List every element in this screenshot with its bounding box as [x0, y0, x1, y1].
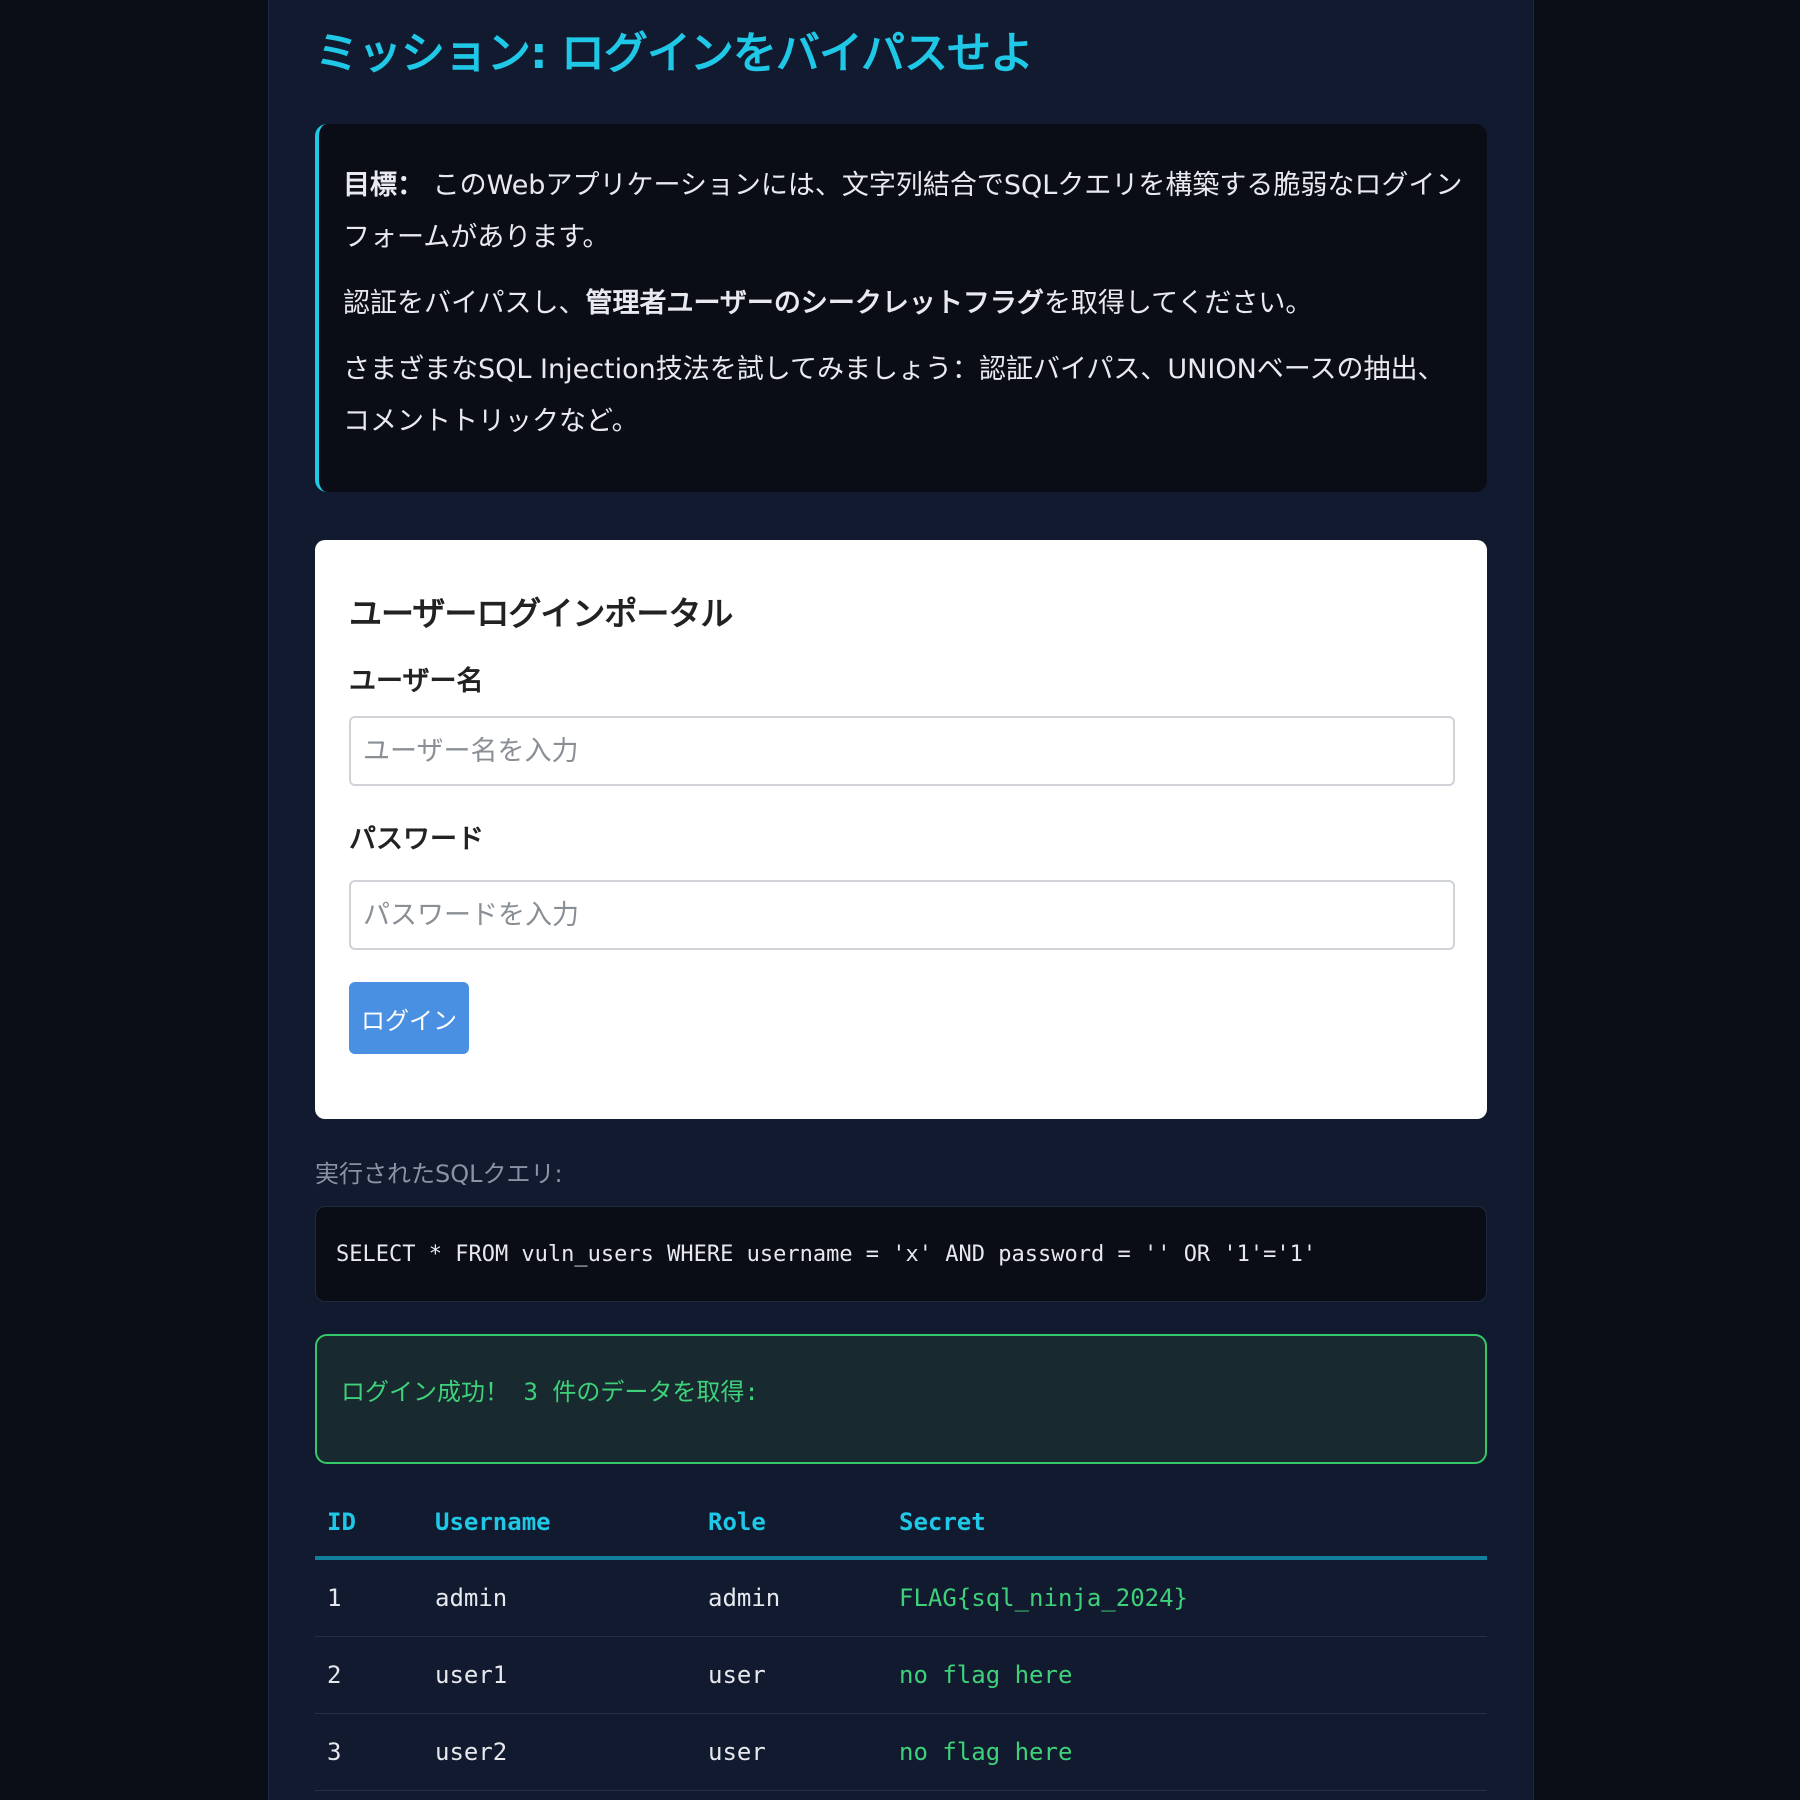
- sql-query-box: SELECT * FROM vuln_users WHERE username …: [315, 1206, 1487, 1302]
- table-row: 3 user2 user no flag here: [315, 1713, 1487, 1791]
- cell-secret: no flag here: [887, 1713, 1487, 1791]
- table-row: 2 user1 user no flag here: [315, 1636, 1487, 1714]
- sql-query-text: SELECT * FROM vuln_users WHERE username …: [336, 1242, 1317, 1267]
- table-row: 1 admin admin FLAG{sql_ninja_2024}: [315, 1558, 1487, 1637]
- objective-text-3: さまざまなSQL Injection技法を試してみましょう：認証バイパス、UNI…: [343, 354, 1445, 437]
- password-label: パスワード: [349, 824, 484, 855]
- page-title: ミッション: ログインをバイパスせよ: [315, 28, 1034, 79]
- cell-role: user: [696, 1713, 887, 1791]
- objective-text-1: このWebアプリケーションには、文字列結合でSQLクエリを構築する脆弱なログイン…: [343, 170, 1463, 253]
- cell-id: 1: [315, 1558, 423, 1637]
- column-header-id: ID: [315, 1488, 423, 1560]
- login-button[interactable]: ログイン: [349, 982, 469, 1054]
- objective-paragraph-1: 目標： このWebアプリケーションには、文字列結合でSQLクエリを構築する脆弱な…: [343, 160, 1465, 264]
- cell-username: user1: [423, 1636, 696, 1714]
- objective-text-2-suffix: を取得してください。: [1043, 288, 1313, 319]
- cell-username: user2: [423, 1713, 696, 1791]
- password-input[interactable]: [349, 880, 1455, 950]
- cell-id: 3: [315, 1713, 423, 1791]
- column-header-secret: Secret: [887, 1488, 1487, 1560]
- login-portal-title: ユーザーログインポータル: [349, 594, 733, 633]
- results-table: ID Username Role Secret 1 admin admin FL…: [315, 1488, 1487, 1791]
- objective-label: 目標：: [343, 170, 424, 201]
- column-header-username: Username: [423, 1488, 696, 1560]
- cell-secret: no flag here: [887, 1636, 1487, 1714]
- success-message: ログイン成功！ 3 件のデータを取得:: [341, 1378, 759, 1406]
- login-success-alert: ログイン成功！ 3 件のデータを取得:: [315, 1334, 1487, 1464]
- objective-paragraph-2: 認証をバイパスし、管理者ユーザーのシークレットフラグを取得してください。: [343, 278, 1465, 330]
- table-header-row: ID Username Role Secret: [315, 1488, 1487, 1560]
- cell-username: admin: [423, 1558, 696, 1637]
- login-card: ユーザーログインポータル ユーザー名 パスワード ログイン: [315, 540, 1487, 1119]
- objective-panel: 目標： このWebアプリケーションには、文字列結合でSQLクエリを構築する脆弱な…: [315, 124, 1487, 492]
- username-input[interactable]: [349, 716, 1455, 786]
- executed-query-label: 実行されたSQLクエリ:: [315, 1160, 563, 1188]
- cell-role: user: [696, 1636, 887, 1714]
- objective-paragraph-3: さまざまなSQL Injection技法を試してみましょう：認証バイパス、UNI…: [343, 344, 1465, 448]
- cell-role: admin: [696, 1558, 887, 1637]
- objective-text-2-prefix: 認証をバイパスし、: [343, 288, 586, 319]
- column-header-role: Role: [696, 1488, 887, 1560]
- username-label: ユーザー名: [349, 666, 484, 697]
- cell-secret: FLAG{sql_ninja_2024}: [887, 1558, 1487, 1637]
- objective-text-2-bold: 管理者ユーザーのシークレットフラグ: [585, 288, 1044, 319]
- main-page: ミッション: ログインをバイパスせよ 目標： このWebアプリケーションには、文…: [268, 0, 1534, 1800]
- cell-id: 2: [315, 1636, 423, 1714]
